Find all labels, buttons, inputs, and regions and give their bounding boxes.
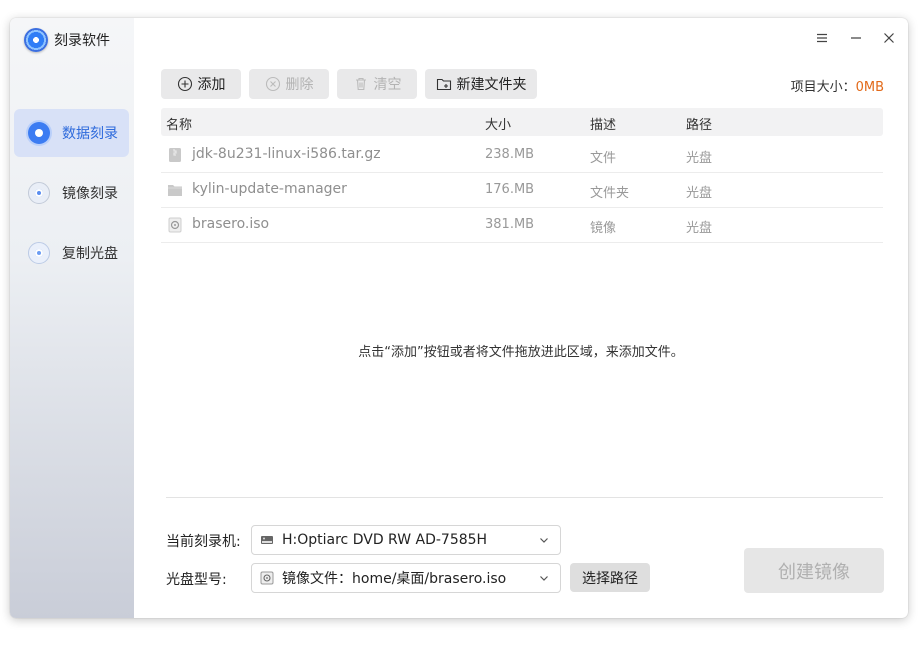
minimize-button[interactable] [846, 28, 866, 48]
sidebar-item-image-burn[interactable]: 镜像刻录 [14, 169, 129, 217]
delete-button[interactable]: 删除 [249, 69, 329, 99]
row-path: 光盘 [686, 151, 713, 166]
drop-area-hint: 点击“添加”按钮或者将文件拖放进此区域，来添加文件。 [358, 345, 684, 360]
column-header-name[interactable]: 名称 [166, 114, 192, 133]
project-size-label: 项目大小： [790, 80, 856, 95]
project-size: 项目大小：0MB [791, 76, 884, 95]
row-desc: 文件夹 [590, 186, 630, 201]
chevron-down-icon [540, 576, 548, 581]
row-name: brasero.iso [192, 216, 270, 232]
table-row[interactable]: kylin-update-manager 176.MB 文件夹 光盘 [161, 173, 883, 208]
iso-file-icon [260, 571, 274, 585]
row-size: 381.MB [485, 217, 535, 232]
menu-button[interactable] [812, 28, 832, 48]
table-row[interactable]: jdk-8u231-linux-i586.tar.gz 238.MB 文件 光盘 [161, 138, 883, 173]
plus-circle-icon [177, 76, 192, 92]
table-row[interactable]: brasero.iso 381.MB 镜像 光盘 [161, 208, 883, 243]
sidebar-item-data-burn[interactable]: 数据刻录 [14, 109, 129, 157]
disc-type-select[interactable]: 镜像文件：home/桌面/brasero.iso [251, 563, 561, 593]
row-desc: 镜像 [590, 221, 617, 236]
disc-type-label: 光盘型号: [166, 572, 227, 588]
iso-file-icon [168, 217, 182, 233]
sidebar-item-label: 镜像刻录 [62, 186, 118, 202]
app-header: 刻录软件 [24, 28, 110, 52]
add-button-label: 添加 [197, 77, 226, 93]
disc-data-icon [28, 122, 50, 144]
table-header: 名称 大小 描述 路径 [161, 108, 883, 136]
row-path: 光盘 [686, 221, 713, 236]
sidebar-item-label: 数据刻录 [62, 126, 118, 142]
delete-circle-icon [265, 76, 280, 92]
archive-file-icon [169, 148, 181, 162]
column-header-size[interactable]: 大小 [485, 114, 511, 133]
app-title: 刻录软件 [54, 33, 110, 49]
burner-label: 当前刻录机: [166, 534, 241, 550]
row-name: kylin-update-manager [192, 181, 347, 197]
row-desc: 文件 [590, 151, 617, 166]
burner-value: H:Optiarc DVD RW AD-7585H [282, 532, 488, 548]
sidebar-item-copy-disc[interactable]: 复制光盘 [14, 229, 129, 277]
close-icon [884, 33, 894, 43]
burner-select[interactable]: H:Optiarc DVD RW AD-7585H [251, 525, 561, 555]
row-size: 176.MB [485, 182, 535, 197]
optical-drive-icon [261, 536, 273, 544]
trash-icon [355, 77, 366, 91]
disc-copy-icon [28, 242, 50, 264]
minimize-icon [851, 37, 861, 39]
create-image-button[interactable]: 创建镜像 [744, 548, 884, 593]
close-button[interactable] [879, 28, 899, 48]
row-name: jdk-8u231-linux-i586.tar.gz [192, 146, 381, 162]
sidebar: 刻录软件 数据刻录 镜像刻录 复制光盘 [10, 18, 134, 618]
divider [166, 497, 883, 498]
clear-button-label: 清空 [373, 77, 402, 93]
main-window: 刻录软件 数据刻录 镜像刻录 复制光盘 添加 删除 清空 新建文件夹 项目大小：… [10, 18, 908, 618]
app-logo-icon [24, 28, 48, 52]
project-size-value: 0MB [855, 80, 884, 95]
folder-icon [168, 185, 182, 196]
menu-icon [817, 33, 827, 43]
chevron-down-icon [540, 538, 548, 543]
add-button[interactable]: 添加 [161, 69, 241, 99]
row-size: 238.MB [485, 147, 535, 162]
new-folder-button-label: 新建文件夹 [456, 77, 527, 93]
disc-type-value: 镜像文件：home/桌面/brasero.iso [282, 571, 507, 587]
row-path: 光盘 [686, 186, 713, 201]
sidebar-item-label: 复制光盘 [62, 246, 118, 262]
new-folder-icon [436, 78, 451, 91]
column-header-path[interactable]: 路径 [686, 114, 712, 133]
delete-button-label: 删除 [285, 77, 314, 93]
clear-button[interactable]: 清空 [337, 69, 417, 99]
column-header-desc[interactable]: 描述 [590, 114, 616, 133]
disc-image-icon [28, 182, 50, 204]
select-path-button[interactable]: 选择路径 [570, 563, 650, 592]
new-folder-button[interactable]: 新建文件夹 [425, 69, 537, 99]
